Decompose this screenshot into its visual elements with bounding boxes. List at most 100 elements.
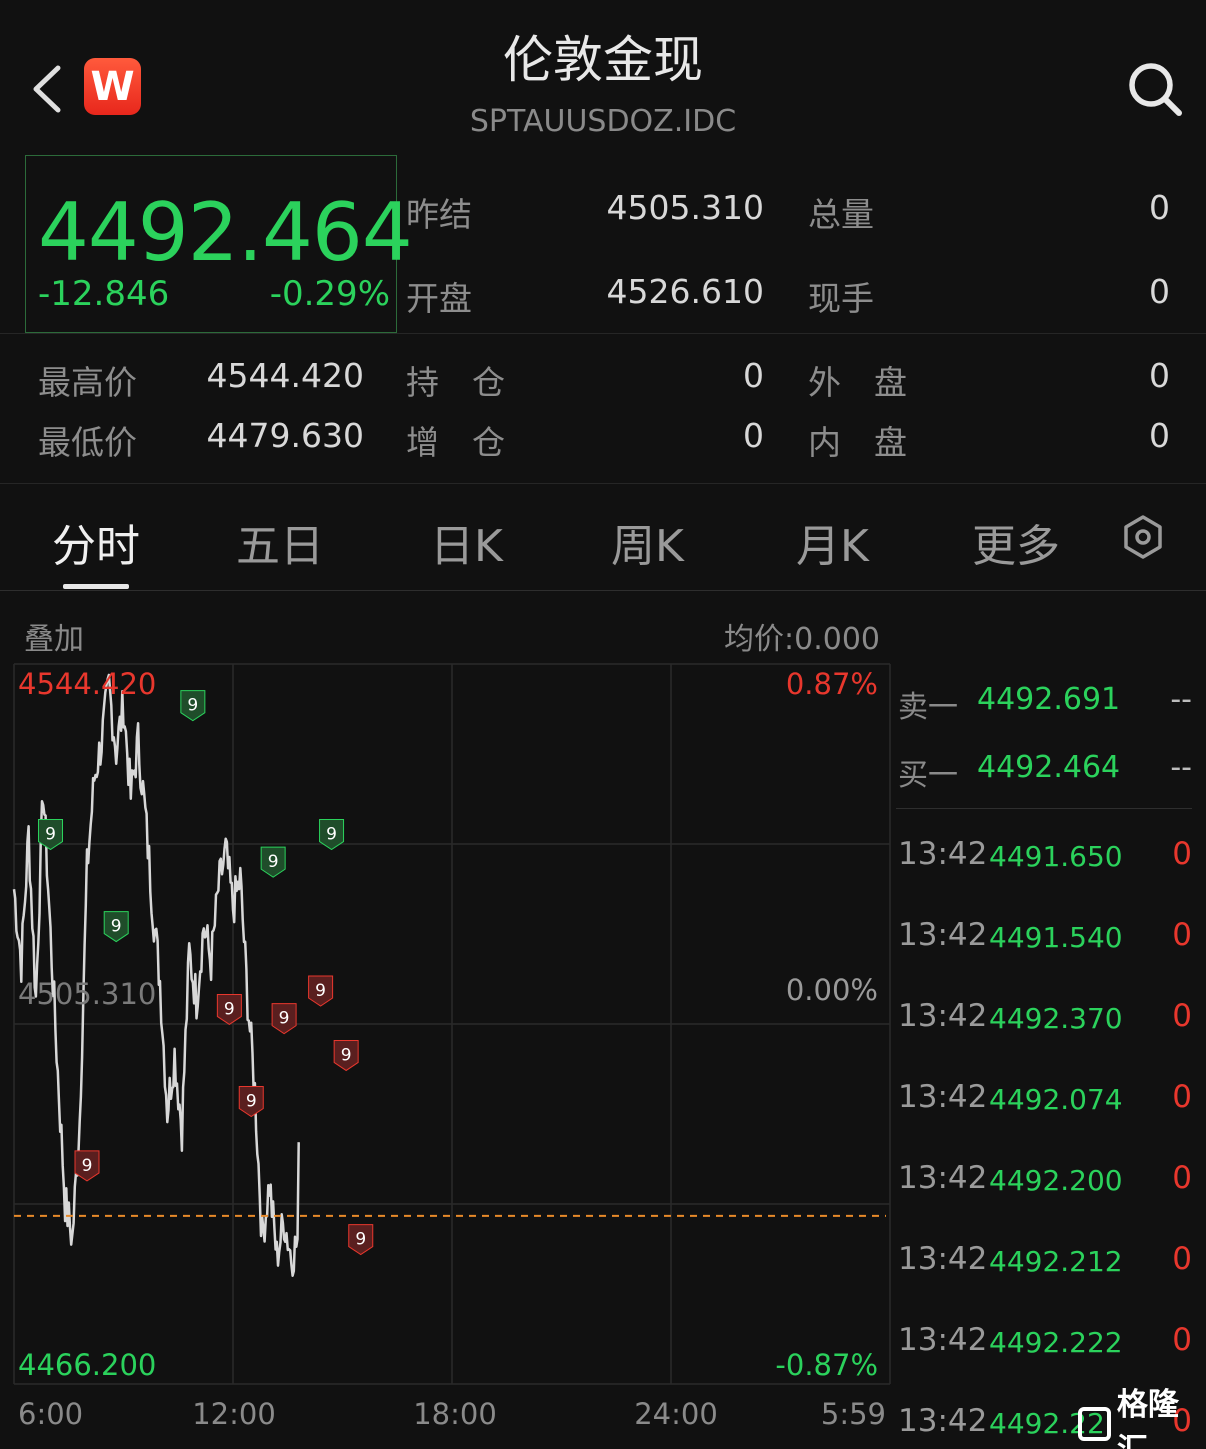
trade-time: 13:42 (898, 1403, 988, 1439)
stat-label-open: 开盘 (406, 279, 472, 318)
buy-signal-marker: 9 (271, 1003, 297, 1035)
sell-signal-marker: 9 (38, 819, 63, 851)
active-tab-indicator (63, 584, 129, 589)
stat-value-inner-volume: 0 (1149, 416, 1170, 455)
trade-price: 4492.074 (989, 1083, 1123, 1116)
ask-price: 4492.691 (977, 682, 1121, 717)
y-mid-label: 4505.310 (18, 977, 156, 1011)
pct-min-label: -0.87% (775, 1348, 878, 1382)
trade-time: 13:42 (898, 1322, 988, 1358)
marker-label: 9 (82, 1156, 93, 1176)
buy-signal-marker: 9 (74, 1150, 100, 1182)
trade-price: 4491.540 (989, 921, 1123, 954)
tab-monthly-k[interactable]: 月K (796, 510, 869, 574)
trade-price: 4491.650 (989, 840, 1123, 873)
watermark-icon (1078, 1407, 1111, 1441)
marker-label: 9 (279, 1009, 290, 1029)
marker-label: 9 (246, 1091, 257, 1111)
buy-signal-marker: 9 (238, 1085, 264, 1118)
x-label-18: 18:00 (413, 1397, 497, 1431)
divider (0, 590, 1206, 591)
marker-label: 9 (187, 696, 198, 716)
marker-label: 9 (224, 999, 235, 1019)
stat-value-oi-change: 0 (743, 416, 764, 455)
trade-time: 13:42 (898, 917, 988, 953)
x-label-6: 6:00 (18, 1397, 83, 1431)
tab-daily-k[interactable]: 日K (430, 510, 503, 574)
stat-value-high: 4544.420 (206, 356, 364, 395)
stat-label-low: 最低价 (38, 423, 137, 462)
trade-time: 13:42 (898, 1241, 988, 1277)
marker-label: 9 (268, 852, 279, 872)
buy-signal-marker: 9 (308, 975, 334, 1007)
marker-label: 9 (326, 825, 337, 845)
marker-label: 9 (355, 1230, 366, 1250)
trade-volume: 0 (1172, 1322, 1192, 1358)
trade-price: 4492.222 (989, 1326, 1123, 1359)
stat-label-inner-volume: 内 盘 (808, 423, 907, 462)
tab-more[interactable]: 更多 (972, 510, 1060, 574)
stat-label-outer-volume: 外 盘 (808, 363, 907, 402)
trade-volume: 0 (1172, 836, 1192, 872)
sell-signal-marker: 9 (180, 690, 206, 722)
instrument-code: SPTAUUSDOZ.IDC (469, 104, 737, 139)
intraday-chart[interactable]: 99999999 9999 4544.420 4505.310 4466.200 … (0, 600, 892, 1449)
trade-time: 13:42 (898, 1079, 988, 1115)
trade-volume: 0 (1172, 1160, 1192, 1196)
x-label-end: 5:59 (821, 1397, 886, 1431)
stat-value-total-volume: 0 (1149, 188, 1170, 227)
bid-label: 买一 (898, 758, 958, 793)
sell-signal-marker: 9 (103, 911, 129, 943)
stat-value-low: 4479.630 (206, 416, 364, 455)
stat-label-total-volume: 总量 (808, 195, 874, 234)
trade-time: 13:42 (898, 1160, 988, 1196)
trade-time: 13:42 (898, 836, 988, 872)
y-min-label: 4466.200 (18, 1348, 156, 1382)
stat-value-outer-volume: 0 (1149, 356, 1170, 395)
trade-volume: 0 (1172, 1079, 1192, 1115)
ask-label: 卖一 (898, 690, 958, 725)
search-icon[interactable] (1126, 60, 1184, 118)
stat-value-open-interest: 0 (743, 356, 764, 395)
chart-grid (13, 663, 891, 1385)
price-line (12, 673, 300, 1277)
y-max-label: 4544.420 (18, 667, 156, 701)
stat-label-oi-change: 增 仓 (406, 423, 505, 462)
trade-price: 4492.200 (989, 1164, 1123, 1197)
trade-volume: 0 (1172, 998, 1192, 1034)
signal-markers: 9 9 9 9 9 9 9 9 9 9 9 9 (38, 690, 374, 1256)
buy-signal-marker: 9 (348, 1224, 374, 1256)
last-price: 4492.464 (38, 186, 413, 279)
buy-signal-marker: 9 (216, 993, 242, 1026)
marker-label: 9 (341, 1045, 352, 1065)
marker-label: 9 (111, 917, 122, 937)
price-box: 4492.464 -12.846 -0.29% (25, 155, 413, 333)
marker-label: 9 (45, 825, 56, 845)
tab-intraday[interactable]: 分时 (52, 510, 140, 574)
stat-label-prev-settle: 昨结 (406, 195, 472, 234)
pct-max-label: 0.87% (786, 667, 878, 701)
stat-label-high: 最高价 (38, 363, 137, 402)
tab-weekly-k[interactable]: 周K (611, 510, 684, 574)
ask-volume: -- (1170, 682, 1192, 717)
trade-price: 4492.370 (989, 1002, 1123, 1035)
trade-volume: 0 (1172, 917, 1192, 953)
bid-price: 4492.464 (977, 750, 1121, 785)
bid-volume: -- (1170, 750, 1192, 785)
price-change: -12.846 (38, 274, 170, 314)
price-change-percent: -0.29% (269, 274, 390, 314)
chart-settings-icon[interactable] (1120, 514, 1166, 560)
sell-signal-marker: 9 (260, 846, 286, 878)
tab-five-day[interactable]: 五日 (236, 510, 324, 574)
stat-value-prev-settle: 4505.310 (606, 188, 764, 227)
trade-volume: 0 (1172, 1241, 1192, 1277)
stat-value-current-lot: 0 (1149, 272, 1170, 311)
divider (896, 808, 1192, 809)
trade-price: 4492.212 (989, 1245, 1123, 1278)
marker-label: 9 (315, 981, 326, 1001)
sell-signal-marker: 9 (319, 819, 345, 851)
x-label-12: 12:00 (192, 1397, 276, 1431)
pct-mid-label: 0.00% (786, 973, 878, 1007)
divider (0, 333, 1206, 334)
divider (0, 483, 1206, 484)
